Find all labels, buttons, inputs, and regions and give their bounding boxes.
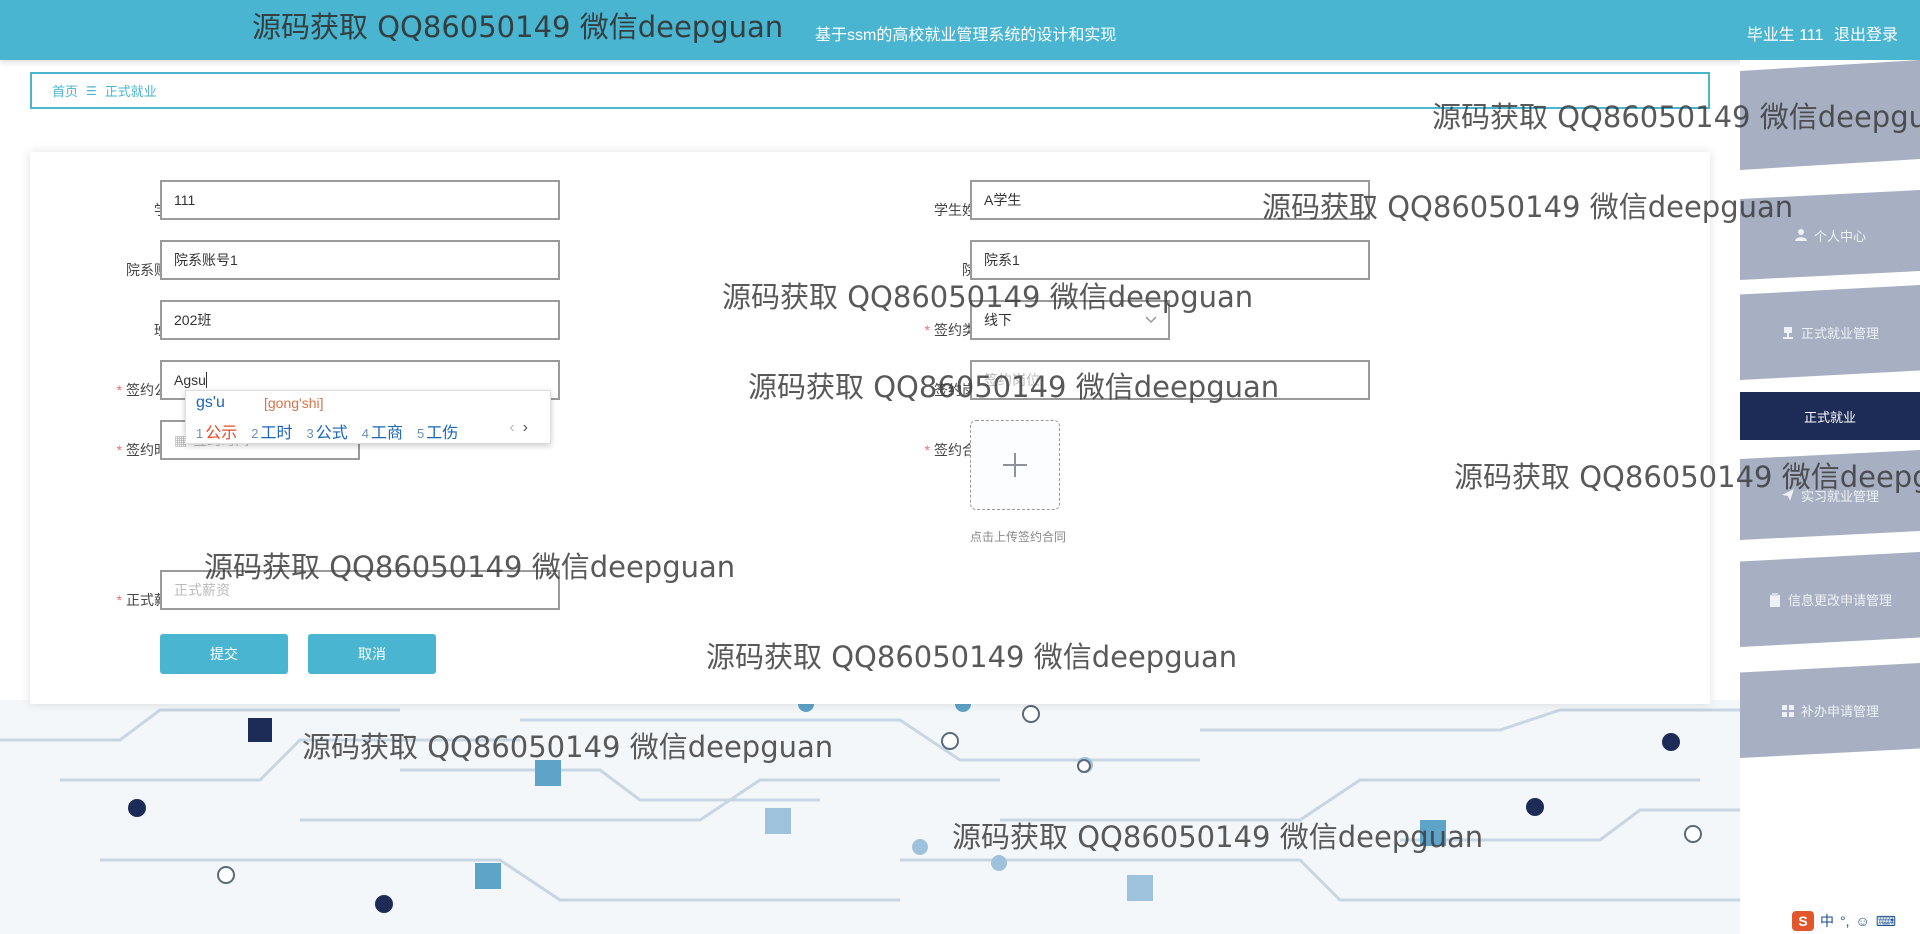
breadcrumb-home[interactable]: 首页 xyxy=(52,81,78,100)
dept-field[interactable]: 院系1 xyxy=(970,240,1370,280)
ime-candidate-list: 1 公示 2 工时 3 公式 4 工商 5 工伤 xyxy=(196,419,458,443)
chevron-down-icon xyxy=(1145,316,1157,324)
student-no-field[interactable]: 111 xyxy=(160,180,560,220)
class-field[interactable]: 202班 xyxy=(160,300,560,340)
sogou-ime-icon[interactable]: S xyxy=(1792,911,1814,931)
user-icon xyxy=(1794,229,1807,241)
cancel-button[interactable]: 取消 xyxy=(308,634,436,674)
position-field[interactable]: 签约岗位 xyxy=(970,360,1370,400)
required-mark: * xyxy=(924,322,930,338)
keyboard-icon[interactable]: ⌨ xyxy=(1876,913,1896,930)
grid-icon xyxy=(1781,704,1794,717)
sidebar-item-formal-employment[interactable]: 正式就业 xyxy=(1740,392,1920,440)
ime-candidate[interactable]: 4 工商 xyxy=(362,419,403,443)
ime-page-arrows: ‹ › xyxy=(509,419,528,437)
ime-mode-indicator[interactable]: 中 xyxy=(1820,911,1834,931)
dept-account-field[interactable]: 院系账号1 xyxy=(160,240,560,280)
system-tray: S 中 °, ☺ ⌨ xyxy=(1788,908,1920,934)
sidebar-item-personal-center[interactable]: 个人中心 xyxy=(1740,190,1920,280)
ime-candidate[interactable]: 1 公示 xyxy=(196,419,237,443)
submit-button[interactable]: 提交 xyxy=(160,634,288,674)
required-mark: * xyxy=(116,382,122,398)
sidebar-item-reissue-mgmt[interactable]: 补办申请管理 xyxy=(1740,663,1920,758)
ime-next-arrow-icon[interactable]: › xyxy=(523,419,528,436)
send-icon xyxy=(1781,489,1794,501)
sidebar-item-info-change-mgmt[interactable]: 信息更改申请管理 xyxy=(1740,552,1920,647)
salary-field[interactable]: 正式薪资 xyxy=(160,570,560,610)
required-mark: * xyxy=(116,592,122,608)
user-info: 毕业生 111 退出登录 xyxy=(1741,21,1898,45)
ime-candidate[interactable]: 5 工伤 xyxy=(417,419,458,443)
ime-prev-arrow-icon[interactable]: ‹ xyxy=(509,419,514,436)
required-mark: * xyxy=(116,442,122,458)
ime-pinyin: [gong'shi] xyxy=(264,395,324,411)
ime-composition: gs'u xyxy=(196,394,225,411)
clipboard-icon xyxy=(1769,592,1780,607)
contract-upload[interactable] xyxy=(970,420,1060,510)
breadcrumb-current: 正式就业 xyxy=(104,84,157,99)
ime-candidate-popup: gs'u [gong'shi] 1 公示 2 工时 3 公式 4 工商 5 工伤 ‹ › xyxy=(185,390,551,444)
plus-icon xyxy=(1003,453,1027,477)
circuit-background xyxy=(0,700,1740,934)
text-cursor xyxy=(205,372,207,388)
system-title: 基于ssm的高校就业管理系统的设计和实现 xyxy=(815,27,1117,44)
sign-type-value: 线下 xyxy=(984,312,1012,328)
ime-candidate[interactable]: 2 工时 xyxy=(251,419,292,443)
company-value: Agsu xyxy=(174,372,206,388)
emoji-icon[interactable]: ☺ xyxy=(1856,913,1870,929)
sidebar-menu: 个人中心 正式就业管理 正式就业 实习就业管理 信息更改申请管理 补办申请管理 xyxy=(1740,60,1920,934)
top-header: 基于ssm的高校就业管理系统的设计和实现 毕业生 111 退出登录 源码获取 Q… xyxy=(0,0,1920,60)
required-mark: * xyxy=(924,442,930,458)
sidebar-item-formal-employment-mgmt[interactable]: 正式就业管理 xyxy=(1740,285,1920,380)
sidebar-item-internship-mgmt[interactable]: 实习就业管理 xyxy=(1740,450,1920,540)
ime-candidate[interactable]: 3 公式 xyxy=(307,419,348,443)
current-user: 毕业生 111 xyxy=(1746,27,1824,44)
breadcrumb: 首页 ☰ 正式就业 xyxy=(30,72,1710,109)
upload-hint: 点击上传签约合同 xyxy=(970,530,1067,544)
circuit-pattern xyxy=(0,700,1740,913)
stamp-icon xyxy=(1782,326,1793,339)
punctuation-indicator[interactable]: °, xyxy=(1840,913,1850,929)
breadcrumb-separator-icon: ☰ xyxy=(86,83,97,98)
sidebar-decoration xyxy=(1740,60,1920,170)
watermark: 源码获取 QQ86050149 微信deepguan xyxy=(252,10,784,44)
logout-link[interactable]: 退出登录 xyxy=(1834,27,1898,44)
student-name-field[interactable]: A学生 xyxy=(970,180,1370,220)
sign-type-select[interactable]: 线下 xyxy=(970,300,1170,340)
